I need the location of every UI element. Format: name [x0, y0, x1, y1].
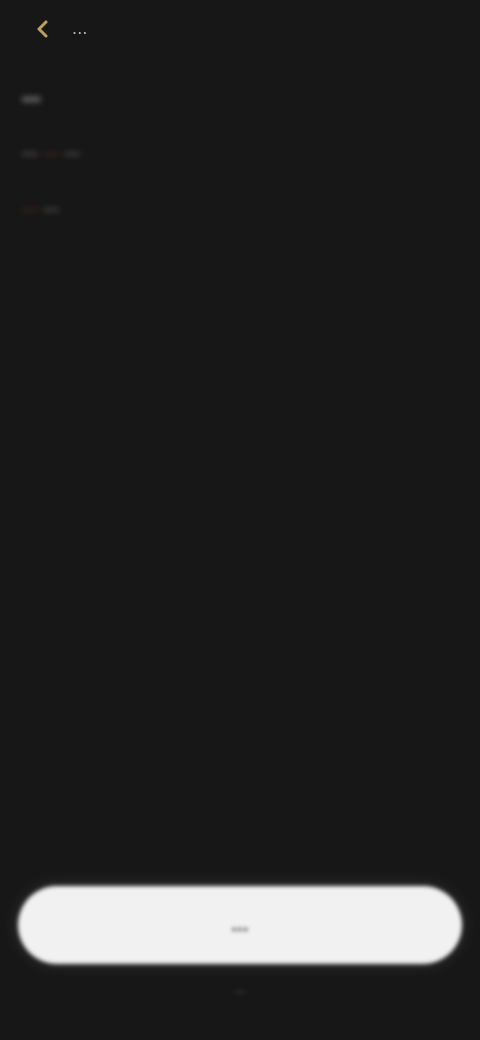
top-navigation-bar: ...: [0, 0, 480, 60]
paragraph-1-text-before: ...: [22, 139, 38, 160]
bottom-action-area: ... ...: [0, 848, 480, 1040]
paragraph-2-link[interactable]: ...: [22, 195, 38, 216]
back-arrow-svg: [37, 20, 48, 38]
paragraph-1-text-after: ...: [64, 139, 81, 160]
screen-title: ...: [72, 18, 88, 38]
page-heading: ...: [22, 81, 41, 106]
primary-action-button-label: ...: [231, 913, 249, 936]
paragraph-1: ... ... ...: [22, 134, 382, 166]
app-screen: ... ... ... ... ... ... ... ... ...: [0, 0, 480, 1040]
paragraph-2-text-after: ...: [43, 195, 59, 216]
primary-action-button[interactable]: ...: [18, 886, 462, 964]
paragraph-2: ... ...: [22, 190, 382, 222]
footer-text: ...: [234, 980, 246, 996]
back-arrow-icon[interactable]: [28, 14, 58, 44]
content-area: ... ... ... ... ... ...: [22, 78, 382, 246]
paragraph-1-link[interactable]: ...: [43, 139, 59, 160]
